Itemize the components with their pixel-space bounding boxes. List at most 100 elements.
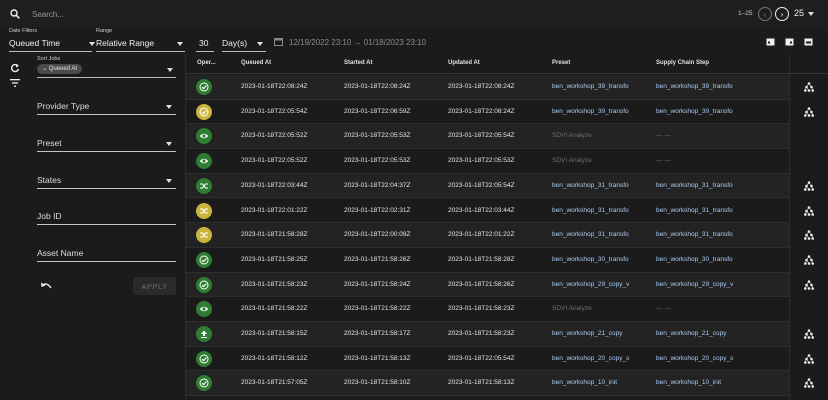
cell-preset[interactable]: ben_workshop_39_transfo (552, 83, 638, 90)
cell-queued-at: 2023-01-18T22:08:24Z (241, 83, 308, 90)
col-started-at[interactable]: Started At (344, 60, 372, 66)
chevron-left-icon: ‹ (763, 9, 767, 19)
workflow-graph-icon[interactable] (804, 106, 814, 117)
job-id-label: Job ID (37, 211, 62, 221)
cell-queued-at: 2023-01-18T21:58:22Z (241, 305, 308, 313)
caret-down-icon[interactable] (167, 68, 173, 72)
provider-type-select[interactable]: Provider Type (37, 101, 176, 115)
shuffle-icon (196, 227, 212, 244)
workflow-graph-icon[interactable] (804, 82, 814, 92)
table-row[interactable]: 2023-01-18T21:58:12Z 2023-01-18T21:58:13Z… (186, 347, 789, 372)
prev-page-button[interactable]: ‹ (758, 7, 772, 21)
table-row[interactable]: 2023-01-18T21:58:23Z 2023-01-18T21:58:24Z… (186, 272, 789, 298)
cell-started-at: 2023-01-18T22:06:59Z (344, 107, 411, 115)
cell-preset[interactable]: ben_workshop_21_copy (552, 330, 638, 337)
asset-name-label: Asset Name (37, 248, 84, 258)
calendar-start-icon[interactable] (766, 37, 775, 46)
table-row[interactable]: 2023-01-18T21:58:25Z 2023-01-18T21:58:26Z… (186, 248, 789, 273)
workflow-graph-icon[interactable] (804, 205, 814, 216)
cell-started-at: 2023-01-18T22:02:31Z (344, 206, 411, 214)
cell-queued-at: 2023-01-18T22:05:54Z (241, 107, 308, 115)
cell-updated-at: 2023-01-18T22:03:44Z (448, 206, 515, 214)
cell-supply-chain-step[interactable]: ben_workshop_39_transfo (656, 108, 742, 115)
cell-started-at: 2023-01-18T22:05:53Z (344, 157, 411, 165)
table-header: Oper... Queued At Started At Updated At … (186, 54, 828, 74)
table-row[interactable]: 2023-01-18T22:08:24Z 2023-01-18T22:08:24Z… (186, 75, 789, 100)
col-queued-at[interactable]: Queued At (241, 60, 271, 66)
col-updated-at[interactable]: Updated At (448, 60, 480, 66)
preset-label: Preset (37, 138, 62, 148)
next-page-button[interactable]: › (775, 7, 789, 21)
table-row[interactable]: 2023-01-18T21:57:05Z 2023-01-18T21:58:10Z… (186, 371, 789, 397)
cell-started-at: 2023-01-18T22:00:09Z (344, 231, 411, 239)
cell-supply-chain-step[interactable]: ben_workshop_39_transfo (656, 83, 742, 90)
table-row[interactable]: 2023-01-18T22:03:44Z 2023-01-18T22:04:37Z… (186, 173, 789, 199)
calendar-end-icon[interactable] (785, 37, 794, 46)
cell-queued-at: 2023-01-18T21:58:25Z (241, 255, 308, 263)
cell-supply-chain-step[interactable]: ben_workshop_31_transfo (656, 231, 742, 238)
cell-preset[interactable]: ben_workshop_31_transfo (552, 231, 638, 238)
cell-preset[interactable]: ben_workshop_29_copy_v (552, 281, 638, 288)
table-row[interactable]: 2023-01-18T22:05:52Z 2023-01-18T22:05:53Z… (186, 124, 789, 150)
cell-supply-chain-step[interactable]: ben_workshop_30_transfo (656, 256, 742, 263)
filter-list-icon[interactable] (10, 78, 20, 88)
undo-icon[interactable] (40, 281, 52, 291)
jobs-table: Oper... Queued At Started At Updated At … (185, 54, 828, 400)
workflow-graph-icon[interactable] (804, 378, 814, 389)
cell-updated-at: 2023-01-18T22:05:53Z (448, 157, 515, 165)
cell-updated-at: 2023-01-18T22:05:54Z (448, 181, 515, 189)
cell-preset[interactable]: ben_workshop_30_transfo (552, 256, 638, 263)
cell-supply-chain-step[interactable]: ben_workshop_29_copy_v (656, 281, 742, 288)
job-id-input[interactable]: Job ID (37, 211, 176, 225)
table-row[interactable]: 2023-01-18T21:58:22Z 2023-01-18T21:58:22Z… (186, 297, 789, 322)
workflow-graph-icon[interactable] (804, 255, 814, 265)
cell-updated-at: 2023-01-18T22:08:24Z (448, 83, 515, 90)
cell-updated-at: 2023-01-18T21:58:28Z (448, 255, 515, 263)
col-operation[interactable]: Oper... (197, 60, 216, 66)
date-filters-label: Date Filters (9, 28, 38, 34)
cell-preset: SDVI Analyze (552, 157, 592, 165)
cell-supply-chain-step[interactable]: ben_workshop_21_copy (656, 330, 742, 337)
cell-supply-chain-step[interactable]: ben_workshop_31_transfo (656, 207, 742, 214)
workflow-graph-icon[interactable] (804, 353, 814, 364)
search-input[interactable] (32, 7, 432, 21)
workflow-graph-icon[interactable] (804, 230, 814, 240)
cell-preset: SDVI Analyze (552, 305, 592, 313)
search-icon[interactable] (10, 9, 20, 19)
cell-started-at: 2023-01-18T21:58:10Z (344, 379, 411, 387)
cell-preset[interactable]: ben_workshop_31_transfo (552, 182, 638, 189)
cell-supply-chain-step[interactable]: ben_workshop_10_init (656, 379, 742, 386)
sort-chip[interactable]: ⌄ Queued At (37, 64, 83, 74)
cell-supply-chain-step[interactable]: ben_workshop_20_copy_s (656, 355, 742, 362)
cell-preset[interactable]: ben_workshop_31_transfo (552, 207, 638, 214)
calendar-icon[interactable] (274, 37, 283, 46)
cell-started-at: 2023-01-18T21:58:22Z (344, 305, 411, 313)
cell-preset[interactable]: ben_workshop_20_copy_s (552, 355, 638, 362)
table-row[interactable]: 2023-01-18T22:05:52Z 2023-01-18T22:05:53Z… (186, 149, 789, 174)
page-size-select[interactable]: 25 (794, 8, 804, 18)
cell-supply-chain-step[interactable]: ben_workshop_31_transfo (656, 182, 742, 189)
table-row[interactable]: 2023-01-18T22:05:54Z 2023-01-18T22:06:59Z… (186, 100, 789, 125)
refresh-icon[interactable] (10, 63, 20, 73)
workflow-graph-icon[interactable] (804, 180, 814, 191)
table-row[interactable]: 2023-01-18T22:01:22Z 2023-01-18T22:02:31Z… (186, 199, 789, 224)
asset-name-input[interactable]: Asset Name (37, 248, 176, 262)
caret-down-icon[interactable] (808, 12, 814, 16)
calendar-range-icon[interactable] (804, 37, 813, 46)
table-row[interactable]: 2023-01-18T21:58:15Z 2023-01-18T21:58:17Z… (186, 322, 789, 347)
workflow-graph-icon[interactable] (804, 279, 814, 290)
cell-supply-chain-step: — — (656, 132, 671, 140)
cell-updated-at: 2023-01-18T21:58:23Z (448, 305, 515, 313)
cell-preset[interactable]: ben_workshop_10_init (552, 379, 638, 386)
cell-preset[interactable]: ben_workshop_39_transfo (552, 108, 638, 115)
table-row[interactable]: 2023-01-18T21:58:28Z 2023-01-18T22:00:09Z… (186, 223, 789, 248)
workflow-graph-icon[interactable] (804, 329, 814, 339)
top-bar: 1–25 ‹ › 25 (0, 0, 828, 28)
col-supply-chain-step[interactable]: Supply Chain Step (656, 60, 709, 66)
cell-started-at: 2023-01-18T21:58:26Z (344, 255, 411, 263)
cell-queued-at: 2023-01-18T21:58:23Z (241, 280, 308, 288)
apply-button[interactable]: APPLY (133, 277, 176, 295)
col-preset[interactable]: Preset (552, 60, 570, 66)
preset-select[interactable]: Preset (37, 138, 176, 152)
states-select[interactable]: States (37, 175, 176, 189)
